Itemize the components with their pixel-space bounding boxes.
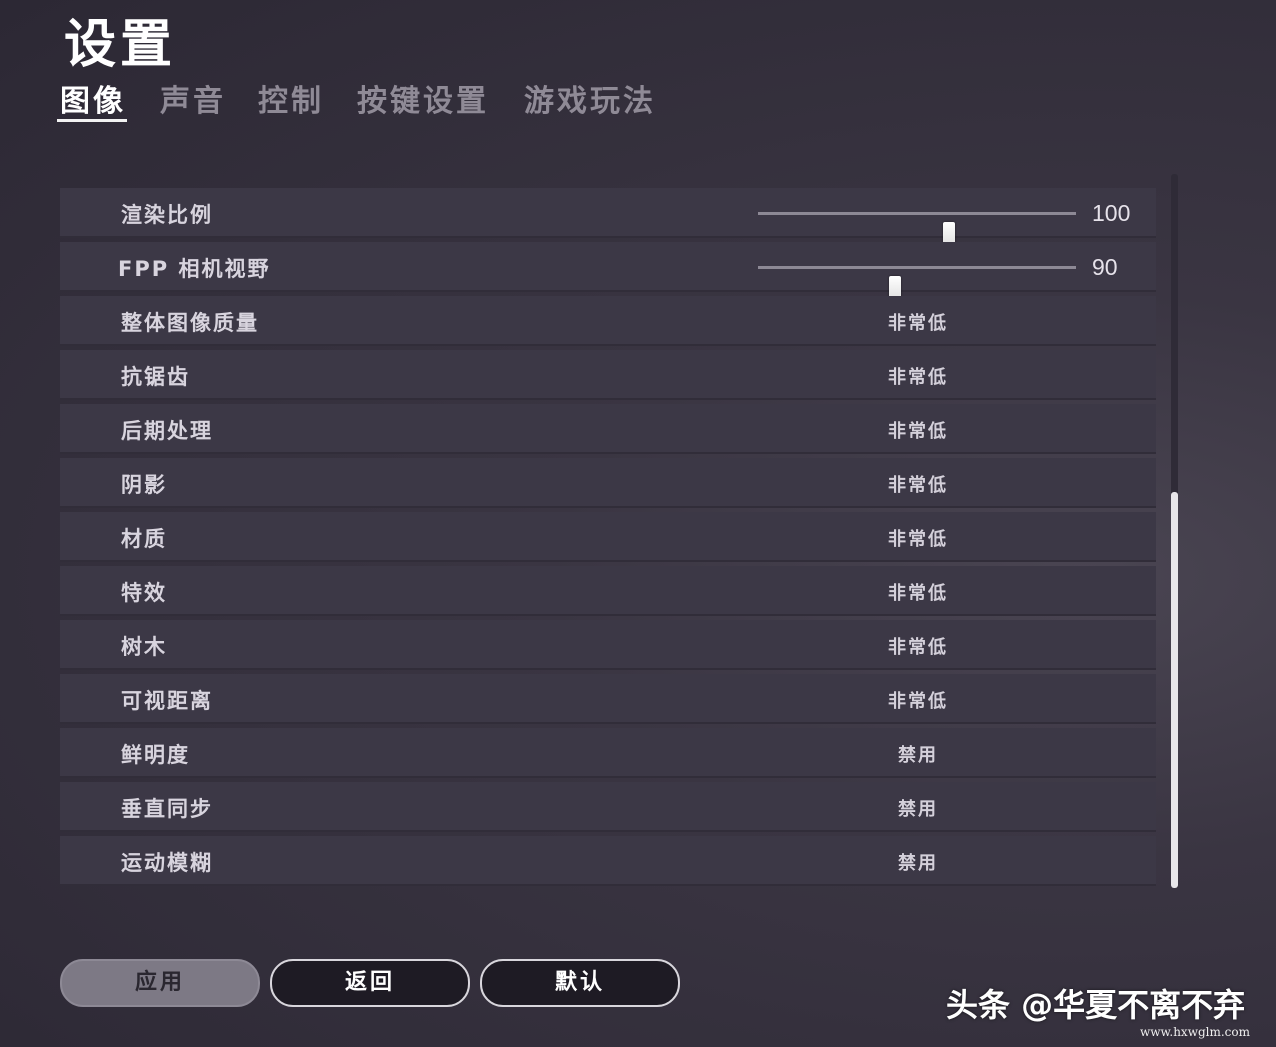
setting-label: 特效 (121, 581, 167, 605)
back-button[interactable]: 返回 (270, 959, 470, 1007)
tab-keybindings[interactable]: 按键设置 (357, 76, 489, 120)
setting-value[interactable]: 禁用 (800, 741, 1036, 767)
setting-label: 运动模糊 (121, 851, 213, 875)
setting-row[interactable]: 树木 非常低 (60, 620, 1156, 670)
setting-value[interactable]: 非常低 (800, 309, 1036, 335)
active-tab-underline (57, 119, 127, 122)
setting-value[interactable]: 非常低 (800, 471, 1036, 497)
setting-row-fpp-fov: FPP 相机视野 90 (60, 242, 1156, 306)
setting-row[interactable]: 特效 非常低 (60, 566, 1156, 616)
watermark-text: 头条 @华夏不离不弃 (946, 986, 1246, 1024)
setting-label: 材质 (121, 527, 167, 551)
setting-row[interactable]: 材质 非常低 (60, 512, 1156, 562)
scrollbar-thumb[interactable] (1171, 492, 1178, 888)
setting-label: 整体图像质量 (121, 311, 259, 335)
setting-label: 后期处理 (121, 419, 213, 443)
setting-row[interactable]: 运动模糊 禁用 (60, 836, 1156, 886)
default-button[interactable]: 默认 (480, 959, 680, 1007)
setting-label: 渲染比例 (121, 203, 213, 227)
tab-gameplay[interactable]: 游戏玩法 (524, 76, 656, 120)
setting-row[interactable]: 后期处理 非常低 (60, 404, 1156, 454)
page-title: 设置 (64, 15, 177, 75)
setting-label: 抗锯齿 (121, 365, 190, 389)
setting-value[interactable]: 非常低 (800, 687, 1036, 713)
setting-value[interactable]: 非常低 (800, 363, 1036, 389)
fpp-fov-slider[interactable] (758, 266, 1076, 306)
setting-value[interactable]: 非常低 (800, 633, 1036, 659)
setting-row[interactable]: 阴影 非常低 (60, 458, 1156, 508)
setting-label: 垂直同步 (121, 797, 213, 821)
setting-value[interactable]: 非常低 (800, 417, 1036, 443)
setting-value[interactable]: 禁用 (800, 795, 1036, 821)
setting-row[interactable]: 整体图像质量 非常低 (60, 296, 1156, 346)
tab-graphics[interactable]: 图像 (57, 76, 127, 122)
scrollbar[interactable] (1171, 174, 1178, 888)
slider-value: 90 (1092, 254, 1118, 280)
setting-row-render-scale: 渲染比例 100 (60, 188, 1156, 252)
apply-button[interactable]: 应用 (60, 959, 260, 1007)
tab-sound[interactable]: 声音 (160, 76, 226, 120)
setting-label: 阴影 (121, 473, 167, 497)
setting-label: 鲜明度 (121, 743, 190, 767)
setting-label: 树木 (121, 635, 167, 659)
tab-controls[interactable]: 控制 (258, 76, 324, 120)
setting-row[interactable]: 可视距离 非常低 (60, 674, 1156, 724)
slider-value: 100 (1092, 200, 1131, 226)
site-url: www.hxwglm.com (1140, 1025, 1251, 1039)
render-scale-slider[interactable] (758, 212, 1076, 252)
setting-value[interactable]: 非常低 (800, 525, 1036, 551)
setting-label: 可视距离 (121, 689, 213, 713)
setting-label: FPP 相机视野 (118, 257, 271, 281)
setting-value[interactable]: 非常低 (800, 579, 1036, 605)
setting-row[interactable]: 鲜明度 禁用 (60, 728, 1156, 778)
setting-row[interactable]: 垂直同步 禁用 (60, 782, 1156, 832)
setting-row[interactable]: 抗锯齿 非常低 (60, 350, 1156, 400)
setting-value[interactable]: 禁用 (800, 849, 1036, 875)
